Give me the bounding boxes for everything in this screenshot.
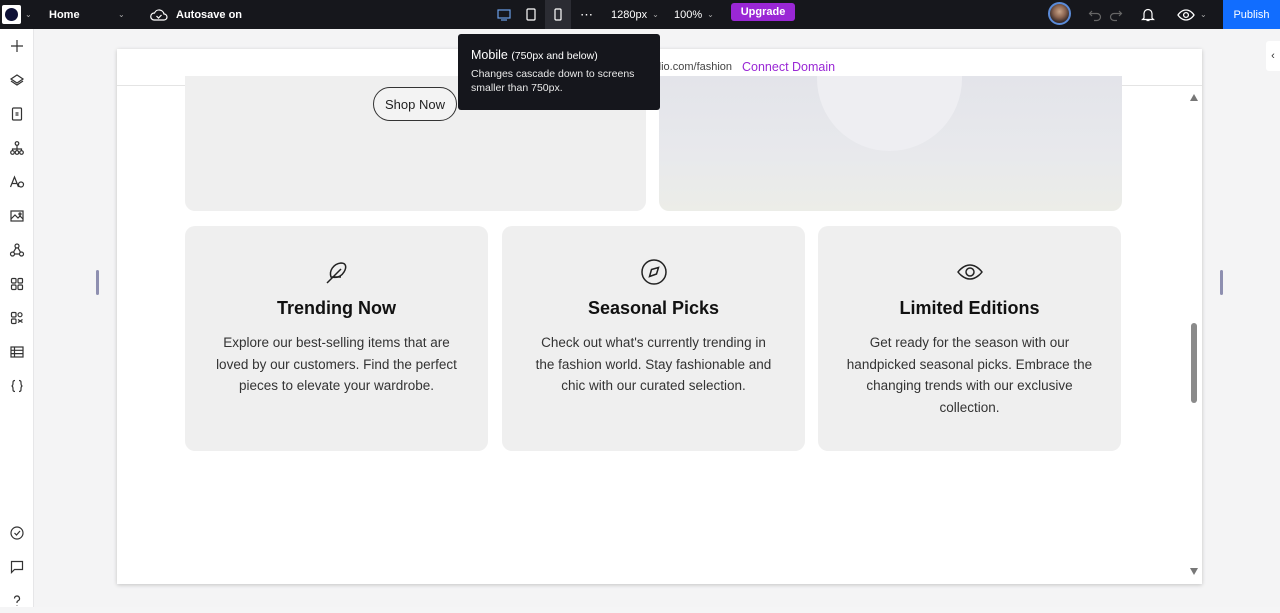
apps-grid-icon[interactable] <box>5 272 29 296</box>
site-checklist-icon[interactable] <box>5 521 29 545</box>
card-title: Trending Now <box>277 298 396 318</box>
pages-icon[interactable] <box>5 102 29 126</box>
comments-icon[interactable] <box>5 555 29 579</box>
connect-domain-link[interactable]: Connect Domain <box>742 60 835 74</box>
width-selector[interactable]: 1280px ⌄ <box>611 0 659 29</box>
feature-card: Limited Editions Get ready for the seaso… <box>818 226 1121 451</box>
chevron-down-icon[interactable]: ⌄ <box>25 0 32 29</box>
cms-table-icon[interactable] <box>5 340 29 364</box>
mobile-icon <box>554 8 562 21</box>
add-elements-icon[interactable] <box>5 34 29 58</box>
scroll-down-arrow[interactable] <box>1190 568 1198 575</box>
card-text: Check out what's currently trending in t… <box>535 335 772 394</box>
top-bar: ⌄ Home ⌄ Autosave on ⋯ 1280px ⌄ 100% ⌄ Upg… <box>0 0 1280 29</box>
tooltip-range: (750px and below) <box>511 50 598 62</box>
typography-icon[interactable] <box>5 170 29 194</box>
feather-icon <box>323 258 351 286</box>
redo-icon[interactable] <box>1109 0 1123 29</box>
media-icon[interactable] <box>5 204 29 228</box>
site-preview-frame: dio.com/fashion Connect Domain Shop Now … <box>117 49 1202 584</box>
publish-button[interactable]: Publish <box>1223 0 1280 29</box>
feature-card: Trending Now Explore our best-selling it… <box>185 226 488 451</box>
tablet-view-button[interactable] <box>518 0 544 29</box>
right-resize-handle[interactable] <box>1220 270 1223 295</box>
undo-icon[interactable] <box>1088 0 1102 29</box>
tablet-icon <box>526 8 536 21</box>
chevron-down-icon: ⌄ <box>707 10 714 19</box>
width-value: 1280px <box>611 8 648 21</box>
desktop-view-button[interactable] <box>491 0 517 29</box>
desktop-icon <box>497 8 511 21</box>
upgrade-button[interactable]: Upgrade <box>731 3 795 21</box>
tooltip-description: Changes cascade down to screens smaller … <box>471 68 635 94</box>
hero-image <box>659 76 1122 211</box>
cloud-check-icon <box>150 0 168 29</box>
business-apps-icon[interactable] <box>5 306 29 330</box>
site-structure-icon[interactable] <box>5 136 29 160</box>
chevron-down-icon: ⌄ <box>652 10 659 19</box>
more-options-icon[interactable]: ⋯ <box>580 0 593 29</box>
left-toolbar <box>0 29 34 607</box>
feature-card: Seasonal Picks Check out what's currentl… <box>502 226 805 451</box>
shop-now-button[interactable]: Shop Now <box>373 87 457 121</box>
help-icon[interactable] <box>5 589 29 613</box>
breakpoint-label[interactable]: Desktop (Primary) <box>96 86 202 216</box>
notifications-bell-icon[interactable] <box>1141 0 1155 29</box>
card-title: Seasonal Picks <box>587 298 720 318</box>
mobile-view-button[interactable] <box>545 0 571 29</box>
card-text: Explore our best-selling items that are … <box>216 335 457 394</box>
card-title: Limited Editions <box>899 298 1040 318</box>
user-avatar[interactable] <box>1048 2 1071 25</box>
left-resize-handle[interactable] <box>96 270 99 295</box>
preview-chevron-down-icon[interactable]: ⌄ <box>1200 0 1207 29</box>
code-braces-icon[interactable] <box>5 374 29 398</box>
scroll-up-arrow[interactable] <box>1190 94 1198 101</box>
page-selector[interactable]: Home <box>49 0 80 29</box>
hero-image-shape <box>817 76 962 151</box>
connections-icon[interactable] <box>5 238 29 262</box>
autosave-status: Autosave on <box>176 8 243 21</box>
site-logo-button[interactable] <box>2 5 21 24</box>
scrollbar-thumb[interactable] <box>1191 323 1197 403</box>
mobile-breakpoint-tooltip: Mobile (750px and below) Changes cascade… <box>458 34 660 110</box>
logo-icon <box>5 8 18 21</box>
chevron-left-icon: ‹ <box>1271 50 1275 62</box>
zoom-selector[interactable]: 100% ⌄ <box>674 0 714 29</box>
zoom-value: 100% <box>674 8 703 21</box>
card-text: Get ready for the season with our handpi… <box>846 335 1093 416</box>
compass-icon <box>640 258 668 286</box>
site-page: Shop Now Trending Now Explore our best-s… <box>117 76 1202 584</box>
eye-icon <box>956 258 984 286</box>
layers-icon[interactable] <box>5 68 29 92</box>
page-chevron-down-icon[interactable]: ⌄ <box>118 0 125 29</box>
tooltip-title: Mobile <box>471 48 508 62</box>
site-url: dio.com/fashion <box>655 61 733 73</box>
preview-eye-icon[interactable] <box>1177 0 1195 29</box>
collapse-panel-button[interactable]: ‹ <box>1266 41 1280 71</box>
